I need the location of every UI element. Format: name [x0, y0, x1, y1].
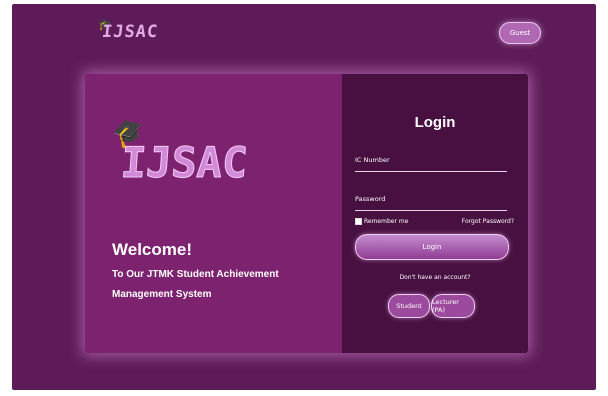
ic-number-label: IC Number	[355, 156, 390, 164]
welcome-title: Welcome!	[112, 240, 192, 259]
login-title: Login	[414, 114, 456, 131]
remember-me[interactable]: Remember me	[355, 218, 408, 225]
password-label: Password	[355, 195, 386, 203]
hero-logo: IJSAC	[119, 138, 250, 188]
remember-checkbox[interactable]	[355, 218, 362, 225]
login-button[interactable]: Login	[355, 234, 509, 260]
password-field[interactable]	[355, 210, 507, 211]
welcome-panel: 🎓 IJSAC Welcome! To Our JTMK Student Ach…	[85, 74, 342, 353]
lecturer-button[interactable]: Lecturer (PA)	[431, 294, 475, 318]
guest-button[interactable]: Guest	[499, 22, 541, 44]
header-logo[interactable]: IJSAC	[101, 22, 159, 42]
student-button[interactable]: Student	[388, 294, 430, 318]
welcome-subtitle: To Our JTMK Student Achievement Manageme…	[112, 269, 279, 300]
login-panel: Login IC Number Password Remember me For…	[342, 74, 528, 353]
login-card: 🎓 IJSAC Welcome! To Our JTMK Student Ach…	[85, 74, 528, 353]
forgot-password-link[interactable]: Forgot Password?	[462, 218, 514, 225]
remember-label: Remember me	[364, 218, 409, 225]
no-account-text: Don't have an account?	[399, 274, 471, 281]
ic-number-field[interactable]	[355, 171, 507, 172]
